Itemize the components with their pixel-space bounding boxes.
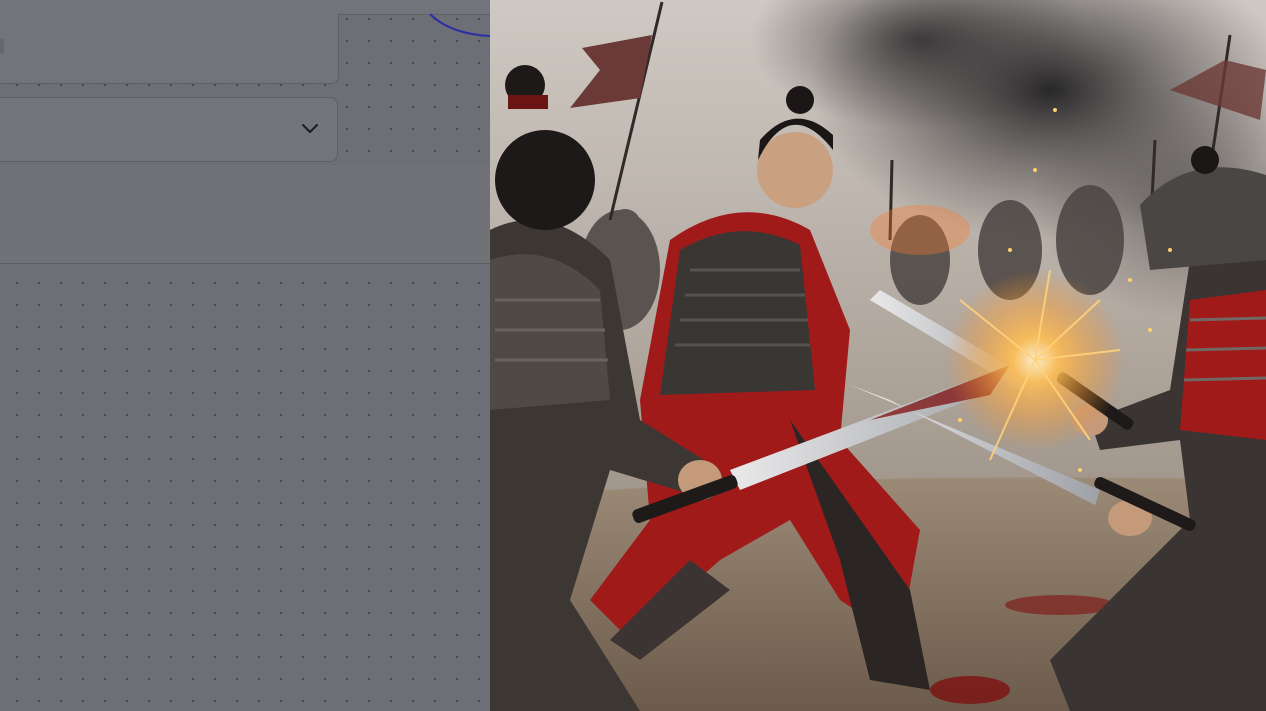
app-window xyxy=(0,0,1266,711)
battle-scene-illustration xyxy=(490,0,1266,711)
settings-section xyxy=(0,165,490,264)
top-toolbar-strip xyxy=(0,0,490,15)
editor-canvas[interactable] xyxy=(0,0,490,711)
chevron-down-icon[interactable] xyxy=(300,122,320,136)
node-connector-edge[interactable] xyxy=(420,0,490,45)
generated-image xyxy=(490,0,1266,711)
dropdown-select[interactable] xyxy=(0,97,338,162)
field-edge-handle xyxy=(0,38,4,54)
text-input-field[interactable] xyxy=(0,14,339,84)
